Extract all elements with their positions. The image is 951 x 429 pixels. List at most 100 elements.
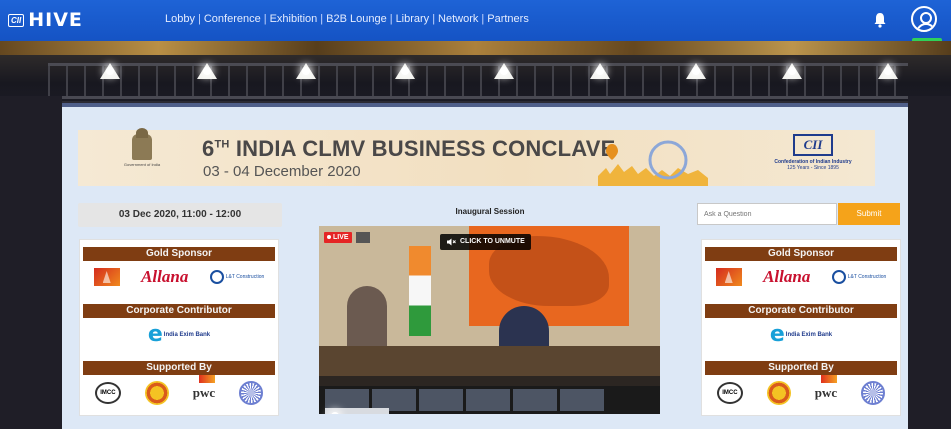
participant-thumbnail[interactable] [325,408,389,414]
participant-thumbnail-strip [319,386,660,414]
nav-separator: | [320,13,324,25]
spotlight-icon [686,63,706,79]
spotlight-icon [197,63,217,79]
exim-caption: India Exim Bank [163,331,211,338]
unmute-label: CLICK TO UNMUTE [460,238,525,245]
spotlight-icon [590,63,610,79]
contributor-logos: e India Exim Bank [83,320,275,350]
nav-separator: | [432,13,436,25]
supporter-logo-seal[interactable] [766,381,791,405]
nav-separator: | [197,13,201,25]
supporter-logo-pwc[interactable]: pwc [815,375,838,401]
spotlight-icon [878,63,898,79]
participant-thumbnail[interactable] [513,389,557,411]
sponsor-logo-allana[interactable]: Allana [763,267,810,287]
spotlight-icon [100,63,120,79]
ceiling-gold-band [0,41,951,55]
live-dot-icon [327,235,331,240]
gold-sponsor-logos: Allana L&T Construction [83,262,275,292]
bell-icon[interactable] [872,12,888,28]
video-scene-table [319,346,660,376]
unmute-button[interactable]: CLICK TO UNMUTE [440,234,531,250]
cii-tagline: 125 Years - Since 1895 [787,165,839,171]
lt-caption: L&T Construction [225,274,265,280]
sponsor-logo-abb[interactable] [93,268,120,286]
sponsor-logo-exim-bank[interactable]: e India Exim Bank [770,324,832,346]
contributor-logos: e India Exim Bank [705,320,897,350]
main-nav: Lobby | Conference | Exhibition | B2B Loung… [165,13,529,25]
hive-logo[interactable]: CII HIVE [8,9,83,31]
lighting-truss [48,63,908,99]
nav-item-network[interactable]: Network [438,13,478,25]
nav-separator: | [481,13,485,25]
live-label: LIVE [333,234,349,241]
title-number: 6 [202,136,215,161]
sponsor-logo-abb[interactable] [715,268,742,286]
cii-logo: CII Confederation of Indian Industry 125… [758,134,868,182]
supporter-logo-wheel[interactable] [861,381,885,405]
lt-caption: L&T Construction [847,274,887,280]
viewer-count-badge [356,232,370,243]
emblem-caption: Government of India [123,162,161,167]
nav-item-conference[interactable]: Conference [204,13,261,25]
nav-item-partners[interactable]: Partners [487,13,529,25]
cii-logo-mark: CII [793,134,833,156]
participant-thumbnail[interactable] [560,389,604,411]
gold-sponsor-header: Gold Sponsor [705,247,897,261]
logo-text: HIVE [28,9,83,31]
session-datetime: 03 Dec 2020, 11:00 - 12:00 [78,203,282,227]
corporate-contributor-header: Corporate Contributor [705,304,897,318]
video-scene-flag [409,246,431,336]
sponsor-logo-lt[interactable]: L&T Construction [831,270,887,284]
gold-sponsor-header: Gold Sponsor [83,247,275,261]
corporate-contributor-header: Corporate Contributor [83,304,275,318]
event-banner: Government of India 6TH INDIA CLMV BUSIN… [78,128,875,186]
sponsor-panel-left: Gold Sponsor Allana L&T Construction Cor… [79,239,279,416]
ask-question-input[interactable] [697,203,837,225]
nav-item-b2b-lounge[interactable]: B2B Lounge [326,13,387,25]
event-title: 6TH INDIA CLMV BUSINESS CONCLAVE [202,136,615,162]
supporter-logo-seal[interactable] [144,381,169,405]
video-scene-speaker [499,306,549,351]
live-video-player[interactable]: LIVE CLICK TO UNMUTE [319,226,660,414]
nav-item-exhibition[interactable]: Exhibition [270,13,318,25]
spotlight-icon [782,63,802,79]
submit-question-button[interactable]: Submit [838,203,900,225]
temple-skyline-icon [598,140,708,186]
spotlight-icon [296,63,316,79]
title-text: INDIA CLMV BUSINESS CONCLAVE [229,136,616,161]
supported-by-header: Supported By [705,361,897,375]
session-title: Inaugural Session [455,207,525,216]
supporter-logos: IMCC pwc [83,375,275,408]
speaker-muted-icon [447,238,456,246]
stage-side-right [908,96,951,429]
user-avatar-icon[interactable] [911,6,937,32]
logo-badge: CII [8,13,25,27]
title-superscript: TH [214,138,230,151]
top-nav-bar: CII HIVE Lobby | Conference | Exhibition | … [0,0,951,41]
participant-thumbnail[interactable] [466,389,510,411]
spotlight-icon [395,63,415,79]
sponsor-logo-exim-bank[interactable]: e India Exim Bank [148,324,210,346]
event-dates: 03 - 04 December 2020 [203,163,361,180]
supporter-logo-imcc[interactable]: IMCC [716,382,743,404]
supporter-logo-imcc[interactable]: IMCC [94,382,121,404]
live-badge: LIVE [324,232,352,243]
supporter-logos: IMCC pwc [705,375,897,408]
gold-sponsor-logos: Allana L&T Construction [705,262,897,292]
india-emblem-icon: Government of India [108,128,176,182]
nav-item-library[interactable]: Library [396,13,430,25]
participant-thumbnail[interactable] [419,389,463,411]
supported-by-header: Supported By [83,361,275,375]
supporter-logo-wheel[interactable] [239,381,263,405]
supporter-logo-pwc[interactable]: pwc [193,375,216,401]
stage-side-left [0,96,62,429]
sponsor-logo-allana[interactable]: Allana [141,267,188,287]
nav-item-lobby[interactable]: Lobby [165,13,195,25]
nav-separator: | [263,13,267,25]
spotlight-icon [494,63,514,79]
sponsor-logo-lt[interactable]: L&T Construction [209,270,265,284]
exim-caption: India Exim Bank [785,331,833,338]
nav-separator: | [389,13,393,25]
sponsor-panel-right: Gold Sponsor Allana L&T Construction Cor… [701,239,901,416]
